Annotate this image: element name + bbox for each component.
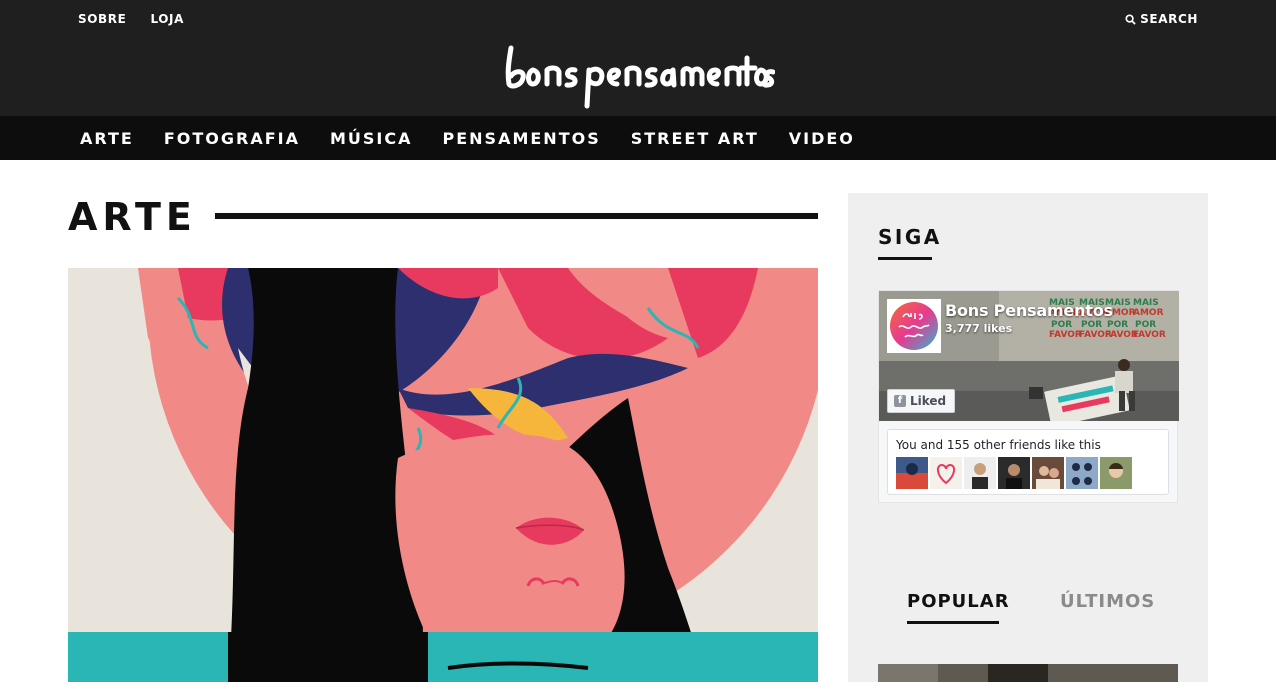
- svg-text:AMOR: AMOR: [1133, 308, 1164, 318]
- facebook-friends-box: You and 155 other friends like this: [887, 429, 1169, 495]
- friend-avatar[interactable]: [930, 457, 962, 489]
- tab-ultimos[interactable]: ÚLTIMOS: [1060, 591, 1155, 612]
- facebook-liked-button[interactable]: f Liked: [887, 389, 956, 413]
- title-divider: [215, 213, 818, 219]
- facebook-like-count: 3,777 likes: [945, 322, 1013, 335]
- search-button[interactable]: SEARCH: [1125, 12, 1198, 26]
- nav-item-street-art[interactable]: STREET ART: [631, 129, 759, 148]
- bons-pensamentos-badge: [890, 302, 938, 350]
- top-links: SOBRE LOJA: [78, 12, 184, 26]
- friend-avatars: [896, 457, 1132, 489]
- nav-item-fotografia[interactable]: FOTOGRAFIA: [164, 129, 300, 148]
- category-menu: ARTE FOTOGRAFIA MÚSICA PENSAMENTOS STREE…: [80, 116, 855, 160]
- top-link-loja[interactable]: LOJA: [150, 12, 184, 26]
- friends-like-text: You and 155 other friends like this: [896, 438, 1101, 452]
- top-link-sobre[interactable]: SOBRE: [78, 12, 126, 26]
- post-tabs: POPULAR ÚLTIMOS: [878, 589, 1178, 625]
- friend-avatar[interactable]: [964, 457, 996, 489]
- liked-label: Liked: [910, 394, 947, 408]
- svg-text:MAIS: MAIS: [1133, 298, 1159, 308]
- nav-item-pensamentos[interactable]: PENSAMENTOS: [443, 129, 601, 148]
- svg-text:POR: POR: [1081, 320, 1102, 330]
- tab-popular[interactable]: POPULAR: [907, 591, 1010, 612]
- facebook-page-widget[interactable]: MAIS MAIS MAIS MAIS AMOR AMOR AMOR AMOR POR POR…: [878, 290, 1179, 503]
- nav-item-video[interactable]: VIDEO: [789, 129, 855, 148]
- svg-text:POR: POR: [1107, 320, 1128, 330]
- friend-avatar[interactable]: [896, 457, 928, 489]
- site-logo[interactable]: [503, 40, 776, 110]
- nav-item-arte[interactable]: ARTE: [80, 129, 134, 148]
- svg-text:FAVOR: FAVOR: [1133, 330, 1166, 340]
- friend-avatar[interactable]: [1032, 457, 1064, 489]
- illustration-upside-down-woman: [68, 268, 818, 682]
- svg-text:POR: POR: [1135, 320, 1156, 330]
- sidebar: SIGA MAIS MAIS MAIS MAIS AMOR AMOR AMOR AMOR P…: [848, 193, 1208, 682]
- friend-avatar[interactable]: [1100, 457, 1132, 489]
- facebook-page-name[interactable]: Bons Pensamentos: [945, 301, 1113, 320]
- follow-heading-underline: [878, 257, 932, 260]
- friend-avatar[interactable]: [1066, 457, 1098, 489]
- facebook-page-avatar[interactable]: [887, 299, 941, 353]
- category-nav: ARTE FOTOGRAFIA MÚSICA PENSAMENTOS STREE…: [0, 116, 1276, 160]
- friend-avatar[interactable]: [998, 457, 1030, 489]
- svg-text:FAVOR: FAVOR: [1049, 330, 1082, 340]
- search-icon: [1125, 13, 1136, 25]
- active-tab-underline: [907, 621, 999, 624]
- search-label: SEARCH: [1140, 12, 1198, 26]
- featured-post-image[interactable]: [68, 268, 818, 682]
- popular-post-thumbnail[interactable]: [878, 664, 1178, 682]
- site-header: SOBRE LOJA SEARCH: [0, 0, 1276, 116]
- svg-text:POR: POR: [1051, 320, 1072, 330]
- logo-script: [505, 45, 776, 109]
- nav-item-musica[interactable]: MÚSICA: [330, 129, 413, 148]
- follow-heading: SIGA: [878, 225, 942, 249]
- facebook-f-icon: f: [894, 395, 906, 407]
- page-title: ARTE: [68, 195, 197, 239]
- thumbnail-image: [878, 664, 1178, 682]
